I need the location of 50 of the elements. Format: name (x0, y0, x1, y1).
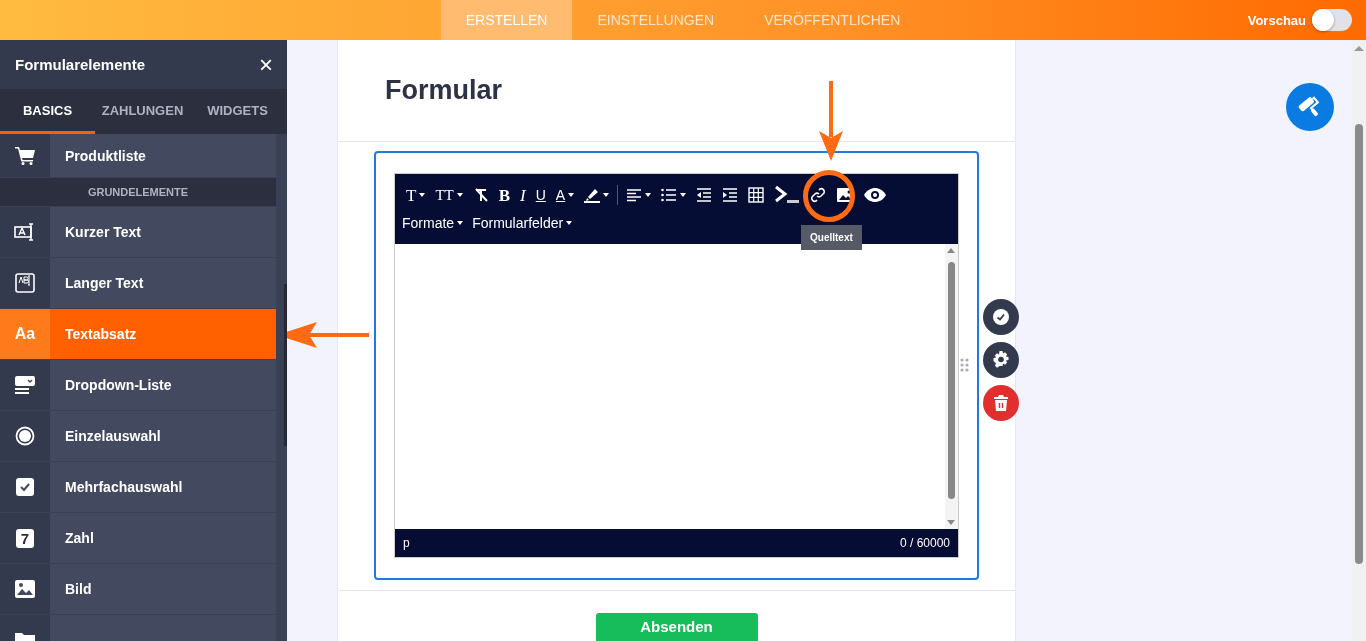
circle-annotation (802, 169, 856, 223)
preview-label: Vorschau (1247, 12, 1306, 28)
toolbar-menu[interactable]: Formate (401, 215, 472, 231)
font-size-tool[interactable]: TT (430, 182, 468, 208)
marker-icon (584, 187, 601, 203)
scrollbar[interactable] (945, 244, 958, 529)
bold-tool[interactable]: B (493, 182, 516, 208)
italic-tool[interactable]: I (515, 182, 531, 208)
form-title: Formular (385, 75, 503, 106)
outdent-icon (696, 187, 713, 203)
toolbar-menu[interactable]: Formularfelder (471, 215, 581, 231)
settings-icon (992, 351, 1010, 369)
dropdown-icon (15, 376, 35, 394)
indent-icon (722, 187, 739, 203)
category-heading: GRUNDELEMENTE (87, 186, 189, 198)
theme-button[interactable] (1286, 83, 1334, 131)
trash-icon (994, 395, 1008, 411)
clear-format-icon (472, 187, 489, 203)
number-icon: 7 (16, 528, 34, 548)
checkmark-icon (993, 309, 1009, 325)
bullet-list-icon (661, 187, 678, 203)
panel-title: Formularelemente (15, 56, 146, 73)
tooltip: Quelltext (801, 225, 862, 250)
table-icon (748, 187, 765, 203)
terminal-icon (774, 185, 801, 205)
drag-handle-icon[interactable] (960, 358, 969, 372)
text-area-icon (15, 273, 35, 293)
check-button[interactable] (983, 299, 1019, 335)
text-field-icon (14, 223, 36, 241)
cart-icon (15, 146, 35, 165)
character-counter: 0 / 60000 (899, 536, 950, 550)
link-icon (810, 187, 827, 203)
font-color-tool[interactable]: A (550, 182, 580, 208)
eye-icon (864, 187, 887, 203)
delete-button[interactable] (983, 385, 1019, 421)
category-tab[interactable]: WIDGETS (190, 89, 285, 134)
align-left-icon (626, 187, 643, 203)
paragraph-icon: Aa (14, 325, 36, 343)
radio-icon (15, 426, 35, 446)
image-icon (15, 580, 35, 598)
page-scrollbar[interactable] (1352, 40, 1366, 641)
settings-button[interactable] (983, 342, 1019, 378)
underline-tool[interactable]: U (530, 182, 551, 208)
checkbox-icon (16, 478, 34, 496)
element-path: p (403, 536, 410, 550)
text-style-tool[interactable]: T (401, 182, 431, 208)
category-tab[interactable]: ZAHLUNGEN (95, 89, 190, 134)
close-button[interactable]: × (259, 52, 273, 77)
preview-toggle[interactable] (1312, 9, 1352, 31)
paint-roller-icon (1298, 95, 1322, 119)
